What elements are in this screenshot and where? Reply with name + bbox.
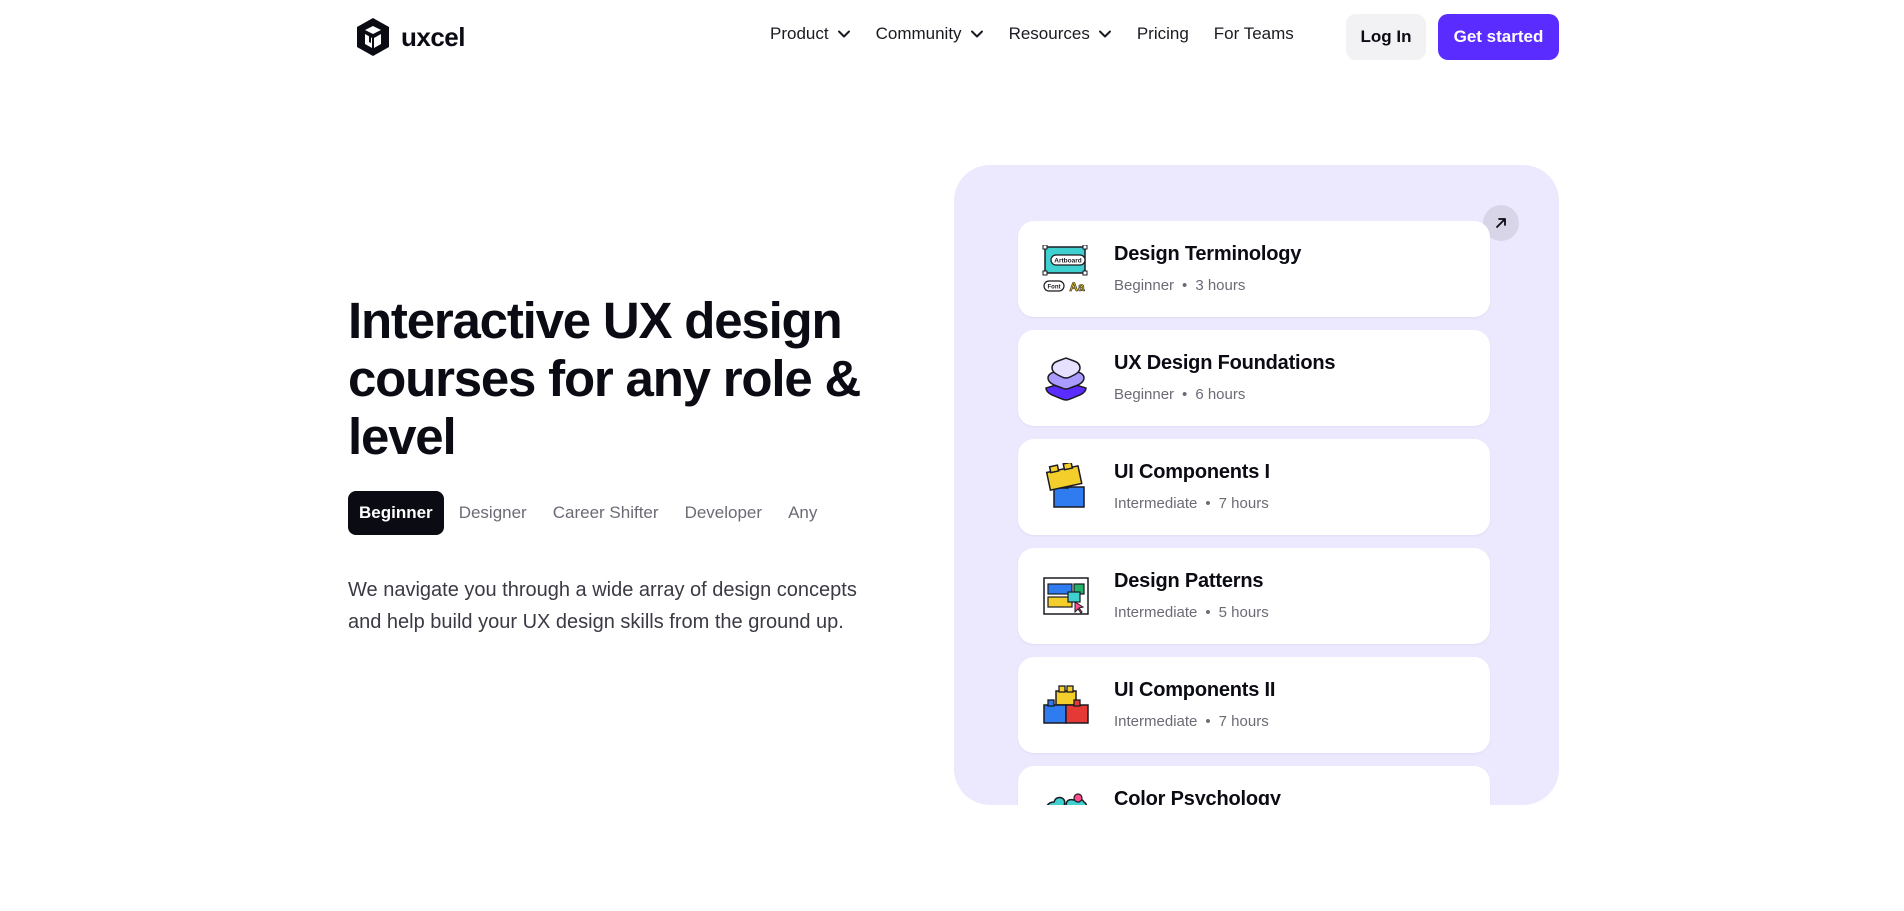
- course-meta: Beginner • 3 hours: [1114, 277, 1245, 294]
- separator-dot: •: [1182, 386, 1188, 403]
- layout-patterns-icon: [1043, 577, 1089, 615]
- course-title: Design Patterns: [1114, 570, 1264, 592]
- course-meta: Intermediate • 7 hours: [1114, 495, 1269, 512]
- role-tab-any[interactable]: Any: [788, 503, 817, 523]
- menu-item-label: Pricing: [1136, 24, 1189, 43]
- separator-dot: •: [1205, 495, 1211, 512]
- role-filter-tabs: Beginner Designer Career Shifter Develop…: [348, 491, 843, 535]
- building-blocks-icon: [1045, 463, 1085, 508]
- chevron-down-icon: [837, 30, 850, 38]
- blocks-row-icon: [1043, 685, 1089, 724]
- icon-label-font: Font: [1048, 285, 1061, 291]
- course-duration: 5 hours: [1218, 604, 1269, 621]
- course-meta: Intermediate • 7 hours: [1114, 713, 1269, 730]
- role-tab-developer[interactable]: Developer: [685, 503, 763, 523]
- menu-item-resources[interactable]: Resources: [1009, 24, 1112, 44]
- brand-logo[interactable]: uxcel: [355, 17, 466, 57]
- uxcel-logo-icon: [357, 18, 389, 56]
- role-tab-beginner[interactable]: Beginner: [348, 491, 444, 535]
- course-card[interactable]: Artboard Font Aa Design Terminology Begi…: [1018, 221, 1490, 317]
- course-level: Beginner: [1114, 277, 1175, 294]
- hero-description: We navigate you through a wide array of …: [348, 579, 857, 633]
- separator-dot: •: [1182, 277, 1188, 294]
- course-level: Intermediate: [1114, 604, 1198, 621]
- role-tab-designer[interactable]: Designer: [459, 503, 527, 523]
- hero-title: Interactive UX design courses for any ro…: [348, 292, 861, 465]
- menu-item-label: For Teams: [1213, 24, 1294, 43]
- course-card[interactable]: UX Design Foundations Beginner • 6 hours: [1018, 330, 1490, 426]
- course-duration: 6 hours: [1195, 386, 1246, 403]
- main-menu: Product Community Resources Pricing For …: [770, 24, 1319, 44]
- menu-item-community[interactable]: Community: [876, 24, 984, 44]
- course-duration: 3 hours: [1195, 277, 1246, 294]
- course-meta: Intermediate • 5 hours: [1114, 604, 1269, 621]
- course-level: Beginner: [1114, 386, 1175, 403]
- top-navigation: uxcel Product Community Resources Pricin…: [0, 0, 1904, 74]
- artboard-font-icon: Artboard Font Aa: [1042, 245, 1088, 293]
- courses-panel: Artboard Font Aa Design Terminology Begi…: [954, 165, 1559, 805]
- course-level: Intermediate: [1114, 713, 1198, 730]
- separator-dot: •: [1205, 604, 1211, 621]
- color-clouds-icon: [1046, 793, 1088, 805]
- menu-item-label: Product: [770, 24, 829, 43]
- course-title: UX Design Foundations: [1114, 352, 1336, 374]
- course-card[interactable]: UI Components II Intermediate • 7 hours: [1018, 657, 1490, 753]
- layers-stack-icon: [1045, 357, 1087, 401]
- menu-item-label: Resources: [1008, 24, 1090, 43]
- course-card[interactable]: Design Patterns Intermediate • 5 hours: [1018, 548, 1490, 644]
- course-duration: 7 hours: [1218, 713, 1269, 730]
- arrow-up-right-icon: [1496, 218, 1506, 228]
- menu-item-for-teams[interactable]: For Teams: [1214, 24, 1294, 44]
- get-started-button[interactable]: Get started: [1438, 14, 1559, 60]
- course-title: UI Components II: [1114, 679, 1276, 701]
- chevron-down-icon: [1098, 30, 1111, 38]
- course-title: Color Psychology: [1114, 788, 1281, 805]
- separator-dot: •: [1205, 713, 1211, 730]
- course-level: Intermediate: [1114, 495, 1198, 512]
- menu-item-pricing[interactable]: Pricing: [1137, 24, 1189, 44]
- course-meta: Beginner • 6 hours: [1114, 386, 1245, 403]
- icon-label-aa: Aa: [1069, 280, 1085, 293]
- course-title: UI Components I: [1114, 461, 1270, 483]
- menu-item-product[interactable]: Product: [770, 24, 851, 44]
- chevron-down-icon: [970, 30, 983, 38]
- login-button[interactable]: Log In: [1346, 14, 1426, 60]
- role-tab-career-shifter[interactable]: Career Shifter: [553, 503, 659, 523]
- menu-item-label: Community: [875, 24, 962, 43]
- brand-name: uxcel: [401, 21, 466, 52]
- course-card[interactable]: UI Components I Intermediate • 7 hours: [1018, 439, 1490, 535]
- course-title: Design Terminology: [1114, 243, 1302, 265]
- course-card[interactable]: Color Psychology: [1018, 766, 1490, 805]
- icon-label-artboard: Artboard: [1054, 258, 1081, 265]
- course-duration: 7 hours: [1218, 495, 1269, 512]
